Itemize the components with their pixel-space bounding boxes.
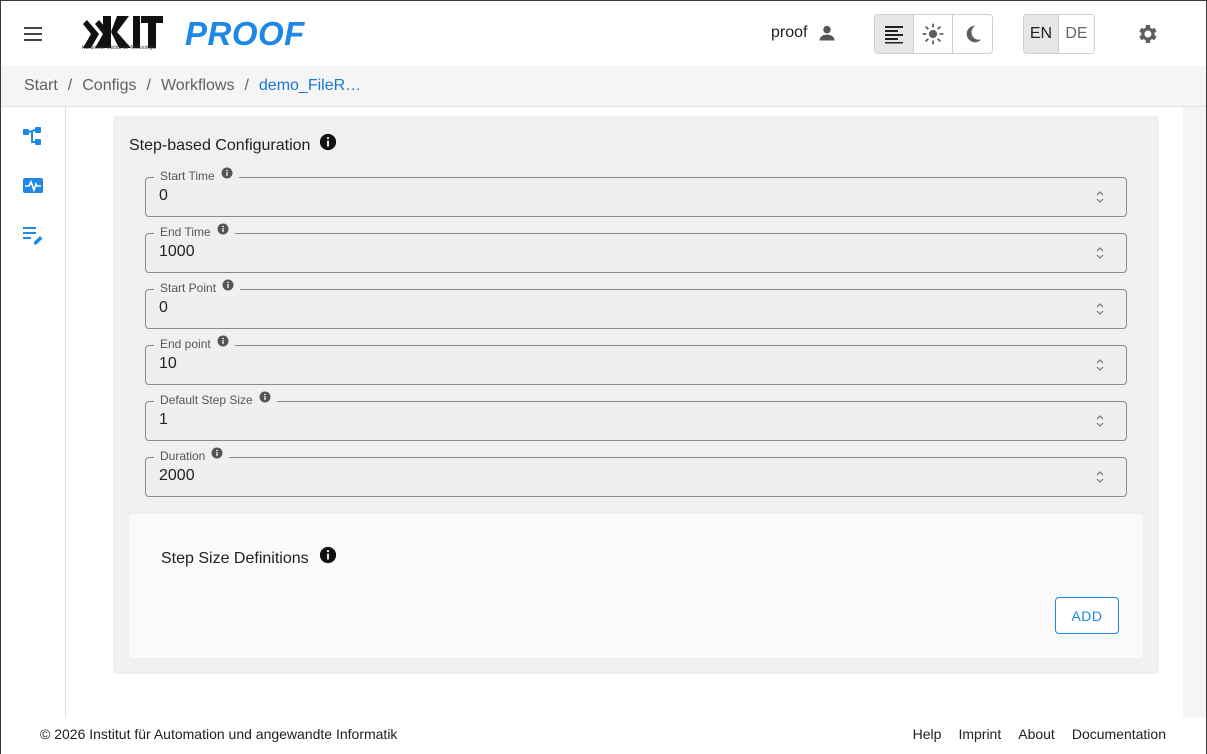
start-point-label: Start Point xyxy=(154,279,241,295)
breadcrumb-separator: / xyxy=(67,77,73,94)
copyright-text: © 2026 Institut für Automation und angew… xyxy=(40,726,398,742)
default-step-size-field[interactable]: Default Step Size xyxy=(145,391,1127,441)
breadcrumb-workflows[interactable]: Workflows xyxy=(161,77,235,95)
end-time-field[interactable]: End Time xyxy=(145,223,1127,273)
start-time-label: Start Time xyxy=(154,167,239,183)
footer-link-imprint[interactable]: Imprint xyxy=(958,726,1001,742)
sun-icon[interactable] xyxy=(914,15,953,53)
number-spinner-icon[interactable] xyxy=(1095,412,1105,430)
end-point-field[interactable]: End point xyxy=(145,335,1127,385)
step-size-definitions-panel xyxy=(129,514,1143,658)
end-point-label-text: End point xyxy=(160,337,211,351)
breadcrumb-separator: / xyxy=(146,77,151,94)
duration-label: Duration xyxy=(154,447,230,463)
end-time-input[interactable] xyxy=(159,243,1059,261)
breadcrumb-current[interactable]: demo_FileR… xyxy=(259,77,361,95)
sidebar xyxy=(1,107,66,717)
info-icon[interactable] xyxy=(217,335,229,347)
step-size-definitions-title: Step Size Definitions xyxy=(161,546,337,568)
language-de-button[interactable]: DE xyxy=(1059,15,1094,53)
hamburger-menu-icon[interactable] xyxy=(21,23,45,45)
number-spinner-icon[interactable] xyxy=(1095,244,1105,262)
panel-title: Step-based Configuration xyxy=(129,133,337,155)
scroll-gutter[interactable] xyxy=(1183,107,1206,717)
number-spinner-icon[interactable] xyxy=(1095,356,1105,374)
start-time-field[interactable]: Start Time xyxy=(145,167,1127,217)
number-spinner-icon[interactable] xyxy=(1095,188,1105,206)
moon-icon[interactable] xyxy=(953,15,992,53)
breadcrumb: Start / Configs / Workflows / demo_FileR… xyxy=(1,66,1206,107)
start-time-input[interactable] xyxy=(159,187,1059,205)
gear-icon[interactable] xyxy=(1135,22,1159,46)
theme-toggle-group xyxy=(874,14,993,54)
duration-label-text: Duration xyxy=(160,449,206,463)
footer-link-help[interactable]: Help xyxy=(913,726,942,742)
duration-field[interactable]: Duration xyxy=(145,447,1127,497)
panel-title-text: Step-based Configuration xyxy=(129,137,311,154)
default-step-size-input[interactable] xyxy=(159,411,1059,429)
footer: © 2026 Institut für Automation und angew… xyxy=(1,717,1206,754)
info-icon[interactable] xyxy=(259,391,271,403)
number-spinner-icon[interactable] xyxy=(1095,300,1105,318)
info-icon[interactable] xyxy=(319,546,337,564)
start-point-label-text: Start Point xyxy=(160,281,217,295)
end-point-input[interactable] xyxy=(159,355,1059,373)
default-step-size-label: Default Step Size xyxy=(154,391,277,407)
default-step-size-label-text: Default Step Size xyxy=(160,393,253,407)
start-time-label-text: Start Time xyxy=(160,169,215,183)
person-icon xyxy=(819,25,835,41)
text-align-icon[interactable] xyxy=(875,15,914,53)
workflow-tree-icon[interactable] xyxy=(22,126,44,148)
end-point-label: End point xyxy=(154,335,235,351)
app-header: Karlsruher Institut für Technologie PROO… xyxy=(1,1,1206,66)
language-en-button[interactable]: EN xyxy=(1024,15,1059,53)
user-name: proof xyxy=(771,24,808,41)
start-point-field[interactable]: Start Point xyxy=(145,279,1127,329)
footer-links: Help Imprint About Documentation xyxy=(913,726,1166,742)
breadcrumb-configs[interactable]: Configs xyxy=(82,77,136,95)
info-icon[interactable] xyxy=(211,447,223,459)
edit-list-icon[interactable] xyxy=(22,224,44,246)
language-toggle-group: EN DE xyxy=(1023,14,1095,54)
info-icon[interactable] xyxy=(319,133,337,151)
start-point-input[interactable] xyxy=(159,299,1059,317)
step-size-definitions-title-text: Step Size Definitions xyxy=(161,550,309,567)
app-title: PROOF xyxy=(185,15,305,52)
end-time-label-text: End Time xyxy=(160,225,211,239)
footer-link-about[interactable]: About xyxy=(1018,726,1055,742)
info-icon[interactable] xyxy=(217,223,229,235)
number-spinner-icon[interactable] xyxy=(1095,468,1105,486)
end-time-label: End Time xyxy=(154,223,235,239)
info-icon[interactable] xyxy=(222,279,234,291)
breadcrumb-start[interactable]: Start xyxy=(24,77,58,95)
duration-input[interactable] xyxy=(159,467,1059,485)
monitor-pulse-icon[interactable] xyxy=(22,175,44,197)
logo-subtitle: Karlsruher Institut für Technologie xyxy=(82,45,157,51)
info-icon[interactable] xyxy=(221,167,233,179)
add-step-size-button[interactable]: ADD xyxy=(1055,597,1119,634)
breadcrumb-separator: / xyxy=(244,77,249,94)
footer-link-documentation[interactable]: Documentation xyxy=(1072,726,1166,742)
user-menu[interactable]: proof xyxy=(771,23,837,43)
